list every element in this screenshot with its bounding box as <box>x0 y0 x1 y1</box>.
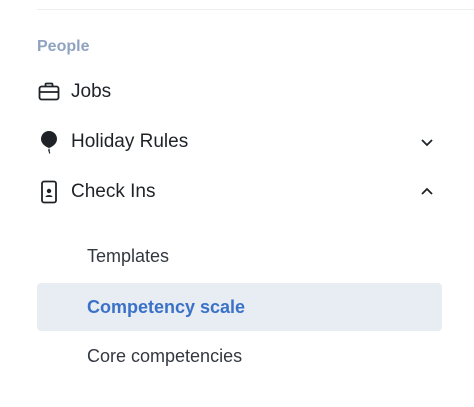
sidebar-item-label: Jobs <box>71 81 112 102</box>
subnav-item-templates[interactable]: Templates <box>37 232 442 280</box>
section-heading-people: People <box>37 38 90 55</box>
briefcase-icon <box>37 80 61 104</box>
chevron-down-icon[interactable] <box>418 133 436 151</box>
sidebar-item-holiday-rules[interactable]: Holiday Rules <box>37 125 442 159</box>
balloon-icon <box>37 130 61 154</box>
subnav-item-label: Templates <box>87 246 170 266</box>
phone-badge-icon <box>37 180 61 204</box>
subnav-item-label: Core competencies <box>87 346 243 366</box>
chevron-up-icon[interactable] <box>418 183 436 201</box>
divider <box>37 9 474 10</box>
subnav-item-core-competencies[interactable]: Core competencies <box>37 332 442 380</box>
subnav-item-competency-scale[interactable]: Competency scale <box>37 283 442 331</box>
sidebar-item-jobs[interactable]: Jobs <box>37 75 442 109</box>
sidebar-item-label: Check Ins <box>71 181 156 202</box>
sidebar-nav: People Jobs Holiday Rules Check Ins Temp… <box>0 0 474 407</box>
subnav-item-label: Competency scale <box>87 297 246 317</box>
sidebar-item-check-ins[interactable]: Check Ins <box>37 175 442 209</box>
sidebar-item-label: Holiday Rules <box>71 131 189 152</box>
